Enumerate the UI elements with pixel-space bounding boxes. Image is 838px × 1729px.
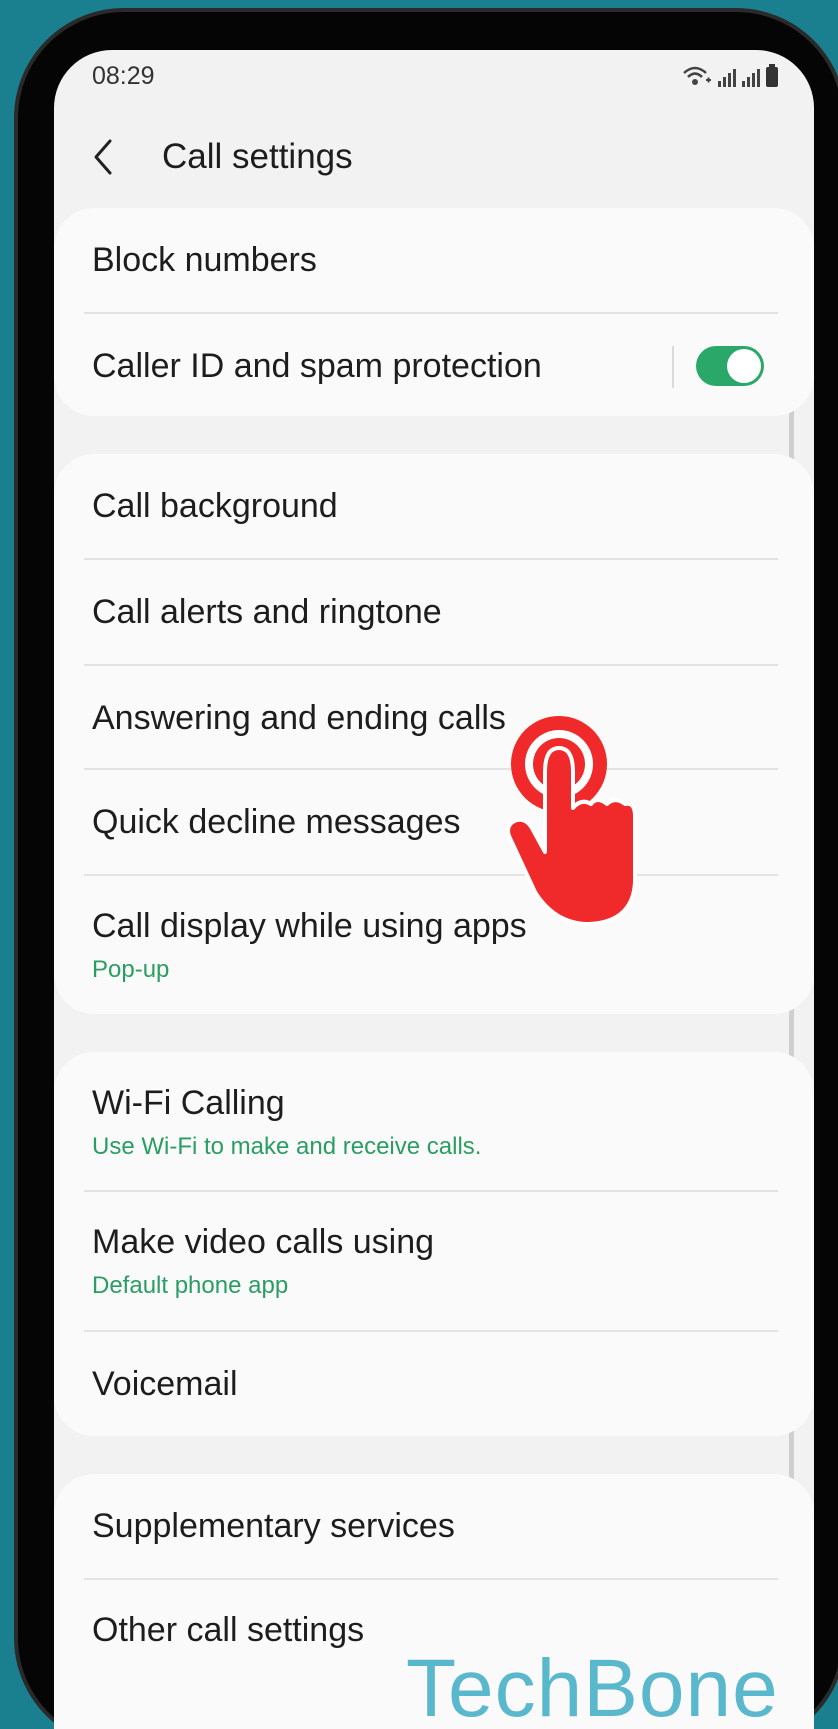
item-title: Supplementary services	[92, 1506, 455, 1545]
call-alerts-item[interactable]: Call alerts and ringtone	[92, 560, 814, 664]
wifi-calling-item[interactable]: Wi-Fi Calling Use Wi-Fi to make and rece…	[92, 1052, 814, 1192]
screen: 08:29 Call settings Block numbers Caller…	[54, 50, 814, 1729]
settings-group-1: Block numbers Caller ID and spam protect…	[54, 208, 814, 416]
item-subtitle: Default phone app	[92, 1271, 289, 1299]
status-bar: 08:29	[92, 56, 778, 96]
back-arrow-icon[interactable]	[90, 137, 130, 177]
settings-group-2: Call background Call alerts and ringtone…	[54, 454, 814, 1014]
video-calls-item[interactable]: Make video calls using Default phone app	[92, 1192, 814, 1330]
quick-decline-item[interactable]: Quick decline messages	[92, 770, 814, 874]
settings-group-3: Wi-Fi Calling Use Wi-Fi to make and rece…	[54, 1052, 814, 1436]
item-subtitle: Pop-up	[92, 955, 170, 983]
call-background-item[interactable]: Call background	[92, 454, 814, 558]
item-title: Call alerts and ringtone	[92, 592, 442, 631]
caller-id-toggle[interactable]	[696, 346, 764, 386]
item-title: Caller ID and spam protection	[92, 346, 542, 385]
battery-icon	[766, 64, 778, 87]
supplementary-item[interactable]: Supplementary services	[92, 1474, 814, 1578]
item-title: Call display while using apps	[92, 906, 527, 945]
status-icons	[682, 64, 778, 87]
item-title: Wi-Fi Calling	[92, 1083, 285, 1122]
wifi-calling-icon	[683, 66, 711, 85]
watermark: TechBone	[406, 1643, 779, 1729]
page-title: Call settings	[162, 137, 353, 176]
toggle-separator	[672, 346, 674, 388]
status-time: 08:29	[92, 61, 155, 90]
tap-hand-icon	[506, 716, 637, 926]
item-title: Quick decline messages	[92, 802, 461, 841]
voicemail-item[interactable]: Voicemail	[92, 1332, 814, 1436]
item-title: Make video calls using	[92, 1222, 435, 1261]
signal-icon	[718, 67, 736, 87]
item-title: Call background	[92, 486, 338, 525]
item-title: Block numbers	[92, 240, 317, 279]
item-title: Answering and ending calls	[92, 698, 506, 737]
caller-id-item[interactable]: Caller ID and spam protection	[92, 314, 654, 418]
item-title: Voicemail	[92, 1364, 238, 1403]
item-subtitle: Use Wi-Fi to make and receive calls.	[92, 1132, 482, 1160]
call-display-item[interactable]: Call display while using apps Pop-up	[92, 876, 814, 1014]
block-numbers-item[interactable]: Block numbers	[92, 208, 814, 312]
header: Call settings	[90, 122, 353, 192]
answering-ending-item[interactable]: Answering and ending calls	[92, 666, 814, 770]
signal-icon-2	[742, 67, 760, 87]
